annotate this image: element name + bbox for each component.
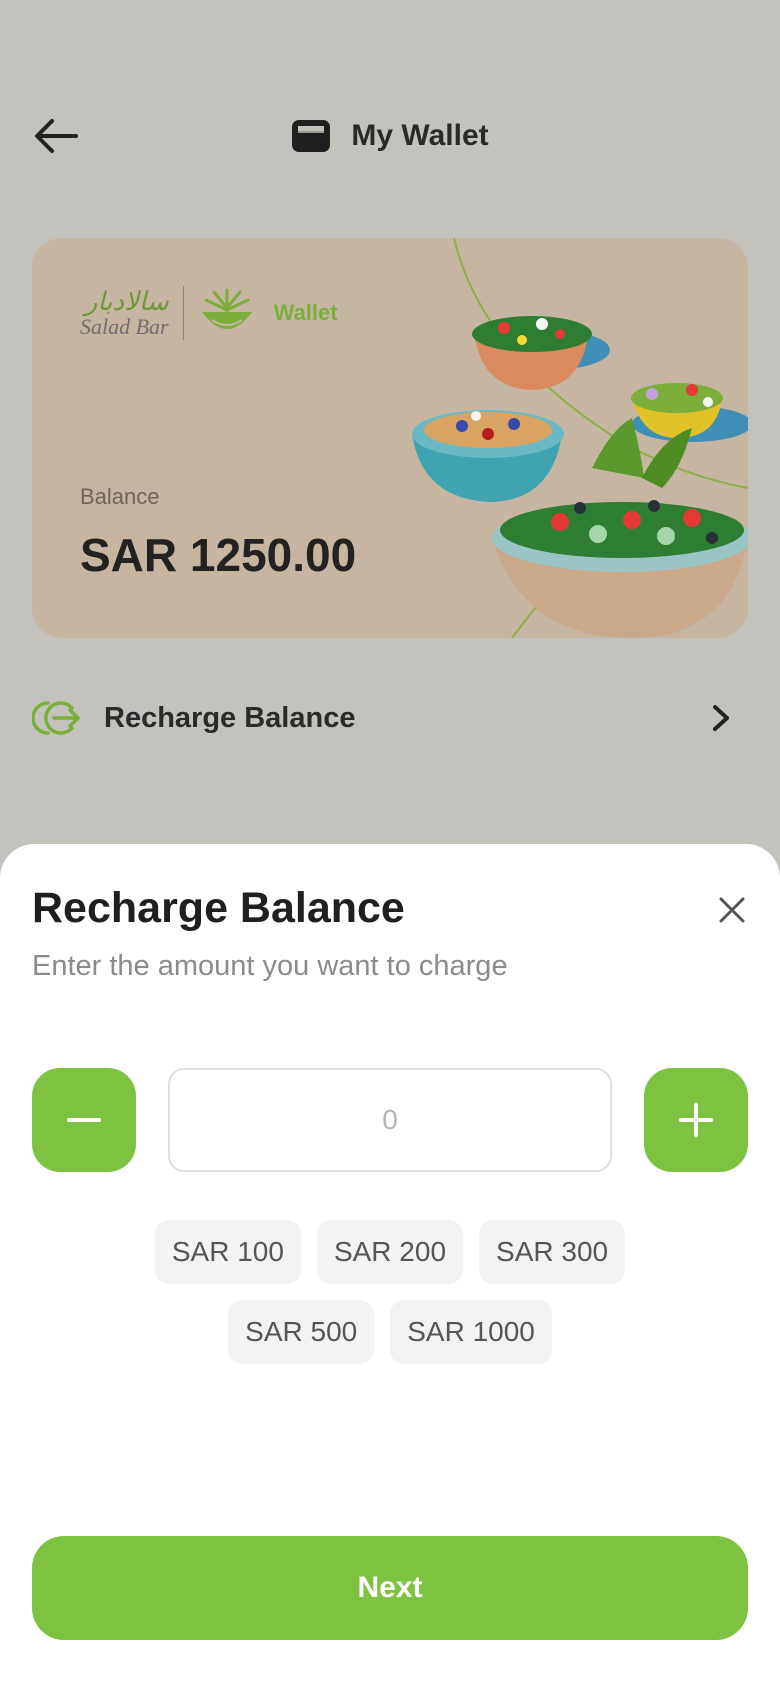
- salad-bar-logo: سالادبار Salad Bar Wallet: [80, 286, 338, 340]
- logo-arabic-text: سالادبار: [84, 286, 169, 316]
- quick-amount-chip[interactable]: SAR 300: [479, 1220, 626, 1284]
- recharge-icon: [32, 698, 82, 738]
- recharge-bottom-sheet: Recharge Balance Enter the amount you wa…: [0, 844, 780, 1688]
- logo-divider: [182, 286, 184, 340]
- header-title-group: My Wallet: [0, 118, 780, 154]
- amount-input[interactable]: [168, 1068, 612, 1172]
- chevron-right-icon: [708, 703, 734, 733]
- salad-bowls-illustration: [412, 238, 748, 638]
- balance-label: Balance: [80, 484, 160, 509]
- quick-amount-row: SAR 500 SAR 1000: [228, 1300, 552, 1364]
- recharge-balance-label: Recharge Balance: [104, 701, 356, 734]
- amount-stepper: [32, 1068, 748, 1172]
- sheet-title: Recharge Balance: [32, 884, 405, 932]
- logo-english-text: Salad Bar: [80, 314, 169, 339]
- next-button[interactable]: Next: [32, 1536, 748, 1640]
- decrease-amount-button[interactable]: [32, 1068, 136, 1172]
- quick-amount-row: SAR 100 SAR 200 SAR 300: [154, 1220, 626, 1284]
- plus-icon: [679, 1103, 713, 1137]
- increase-amount-button[interactable]: [644, 1068, 748, 1172]
- wallet-card: سالادبار Salad Bar Wallet Balance SAR 12…: [32, 238, 748, 638]
- quick-amount-chip[interactable]: SAR 1000: [390, 1300, 552, 1364]
- quick-amount-chip[interactable]: SAR 500: [228, 1300, 375, 1364]
- balance-value: SAR 1250.00: [80, 529, 357, 581]
- wallet-icon: [291, 118, 331, 154]
- quick-amount-options: SAR 100 SAR 200 SAR 300 SAR 500 SAR 1000: [0, 1220, 780, 1364]
- close-icon: [719, 897, 745, 923]
- quick-amount-chip[interactable]: SAR 200: [316, 1220, 464, 1284]
- salad-bowl-logo-icon: [201, 288, 252, 329]
- recharge-balance-row[interactable]: Recharge Balance: [32, 690, 748, 746]
- logo-wallet-label: Wallet: [273, 300, 338, 325]
- page-title: My Wallet: [351, 119, 489, 152]
- app-header: My Wallet: [0, 100, 780, 172]
- sheet-subtitle: Enter the amount you want to charge: [32, 950, 508, 982]
- quick-amount-chip[interactable]: SAR 100: [154, 1220, 301, 1284]
- close-button[interactable]: [710, 888, 754, 932]
- minus-icon: [67, 1118, 101, 1122]
